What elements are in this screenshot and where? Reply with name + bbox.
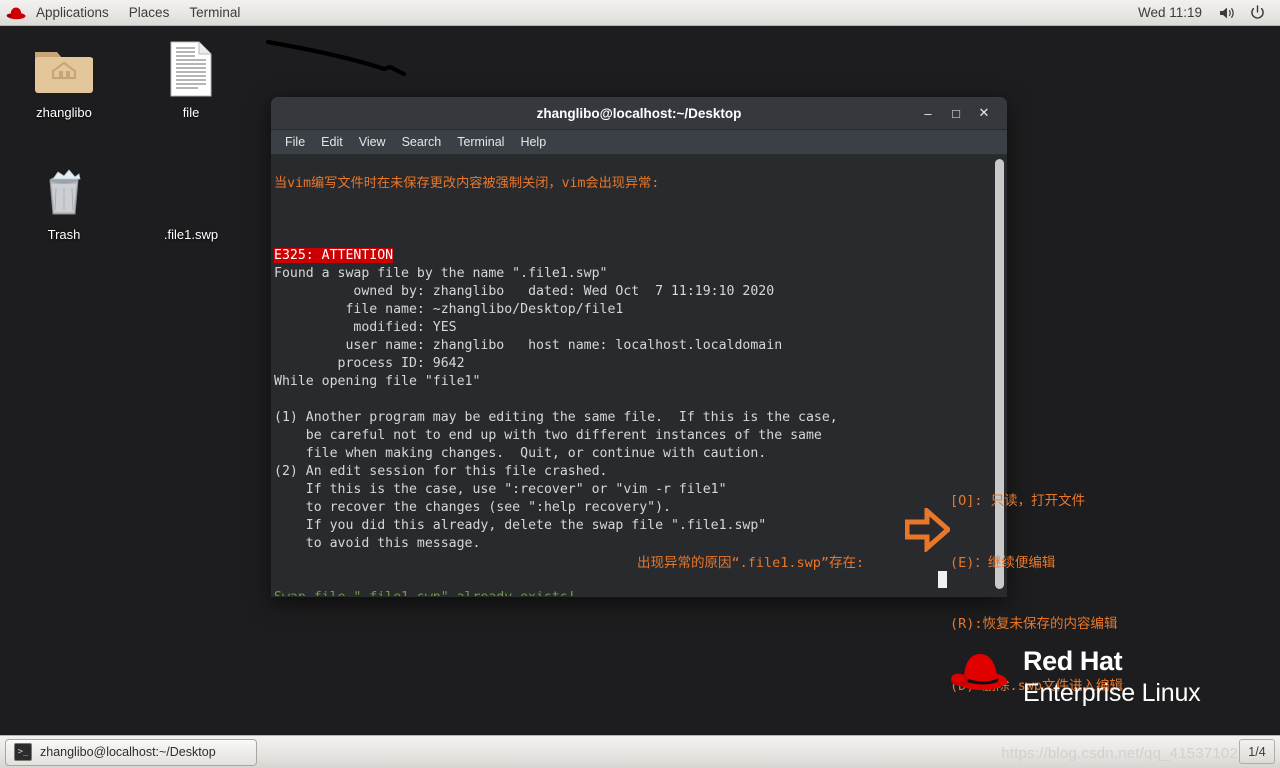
- desktop-icon-label: .file1.swp: [163, 227, 219, 242]
- terminal-note-reason: 出现异常的原因“.file1.swp”存在:: [637, 555, 865, 571]
- desktop-icon-file[interactable]: file: [141, 36, 241, 120]
- menu-applications[interactable]: Applications: [26, 0, 119, 26]
- desktop-icon-swp[interactable]: .file1.swp: [141, 158, 241, 242]
- rhel-line-1: Red Hat: [1023, 646, 1123, 676]
- minimize-button[interactable]: –: [914, 101, 942, 125]
- redhat-hat-icon: [951, 654, 1007, 690]
- terminal-cursor: [938, 571, 947, 588]
- desktop-icon-label: zhanglibo: [36, 105, 92, 120]
- menu-search[interactable]: Search: [394, 130, 450, 155]
- terminal-note-top: 当vim编写文件时在未保存更改内容被强制关闭，vim会出现异常:: [274, 176, 660, 191]
- terminal-window: zhanglibo@localhost:~/Desktop – □ ✕ File…: [271, 97, 1007, 597]
- annotation-option-list: [O]: 只读，打开文件 (E)：继续便编辑 (R):恢复未保存的内容编辑 (D…: [950, 450, 1123, 768]
- window-controls: – □ ✕: [914, 101, 1007, 125]
- menu-places[interactable]: Places: [119, 0, 180, 26]
- redhat-hat-icon: [6, 0, 26, 26]
- power-icon[interactable]: [1243, 5, 1272, 20]
- rhel-line-2: Enterprise Linux: [1023, 679, 1201, 707]
- taskbar-window-button[interactable]: >_ zhanglibo@localhost:~/Desktop: [5, 738, 257, 766]
- taskbar-window-label: zhanglibo@localhost:~/Desktop: [40, 745, 216, 759]
- annotation-option: [O]: 只读，打开文件: [950, 493, 1086, 509]
- right-arrow-icon: [905, 508, 950, 552]
- clock[interactable]: Wed 11:19: [1128, 5, 1212, 20]
- home-folder-icon: [14, 36, 114, 98]
- window-titlebar[interactable]: zhanglibo@localhost:~/Desktop – □ ✕: [271, 97, 1007, 130]
- desktop-icon-home[interactable]: zhanglibo: [14, 36, 114, 120]
- handdrawn-line-annotation: [265, 39, 407, 77]
- hidden-file-icon: [141, 158, 241, 220]
- close-button[interactable]: ✕: [970, 101, 998, 125]
- menu-help[interactable]: Help: [512, 130, 554, 155]
- window-title: zhanglibo@localhost:~/Desktop: [536, 105, 742, 121]
- terminal-swap-exists: Swap file ".file1.swp" already exists!: [274, 590, 576, 596]
- menu-terminal[interactable]: Terminal: [179, 0, 250, 26]
- terminal-text: 当vim编写文件时在未保存更改内容被强制关闭，vim会出现异常: E325: A…: [274, 157, 854, 596]
- desktop-icon-label: file: [182, 105, 200, 120]
- bottom-panel: >_ zhanglibo@localhost:~/Desktop https:/…: [0, 735, 1280, 768]
- text-document-icon: [141, 36, 241, 98]
- desktop-icon-label: Trash: [47, 227, 81, 242]
- desktop-screen: Applications Places Terminal Wed 11:19 z…: [0, 0, 1280, 768]
- terminal-error-badge: E325: ATTENTION: [274, 248, 394, 263]
- maximize-button[interactable]: □: [942, 101, 970, 125]
- desktop-icon-trash[interactable]: Trash: [14, 158, 114, 242]
- terminal-body-lines: Found a swap file by the name ".file1.sw…: [274, 266, 838, 551]
- menu-file[interactable]: File: [277, 130, 313, 155]
- menu-edit[interactable]: Edit: [313, 130, 351, 155]
- top-panel: Applications Places Terminal Wed 11:19: [0, 0, 1280, 26]
- annotation-option: (E)：继续便编辑: [950, 554, 1056, 571]
- terminal-output-area[interactable]: 当vim编写文件时在未保存更改内容被强制关闭，vim会出现异常: E325: A…: [271, 155, 1007, 596]
- menu-view[interactable]: View: [351, 130, 394, 155]
- terminal-icon: >_: [14, 743, 32, 761]
- rhel-wordmark: Red Hat Enterprise Linux: [1023, 646, 1201, 707]
- trash-icon: [14, 158, 114, 220]
- watermark-text: https://blog.csdn.net/qq_41537102: [1001, 745, 1238, 762]
- top-panel-status-area: Wed 11:19: [1128, 5, 1280, 20]
- window-menubar: File Edit View Search Terminal Help: [271, 130, 1007, 155]
- annotation-option: (R):恢复未保存的内容编辑: [950, 616, 1118, 632]
- volume-icon[interactable]: [1212, 6, 1243, 20]
- workspace-indicator[interactable]: 1/4: [1239, 739, 1275, 764]
- rhel-branding: Red Hat Enterprise Linux: [950, 646, 1201, 707]
- menu-terminal[interactable]: Terminal: [449, 130, 512, 155]
